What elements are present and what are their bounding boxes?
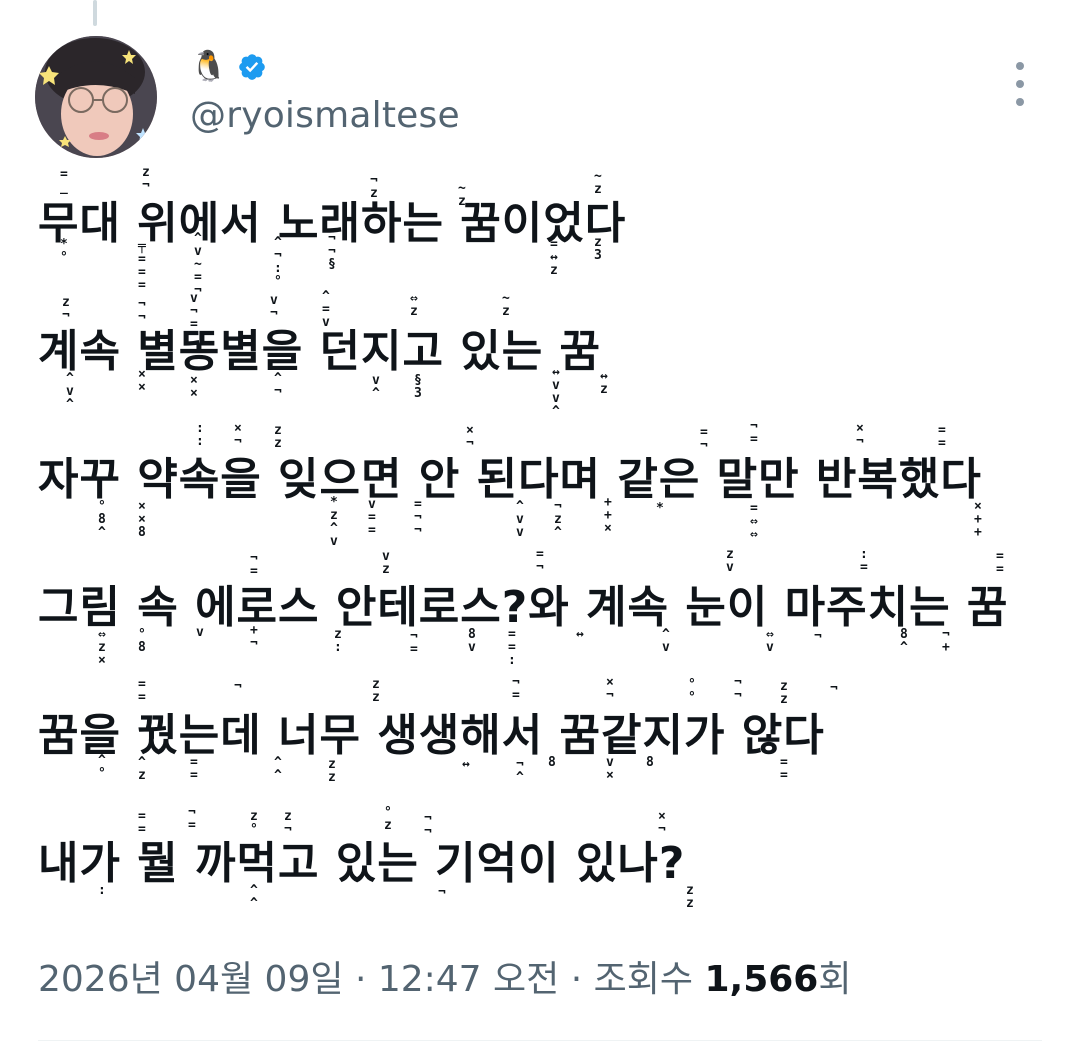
tweet-line-text: 그림 속 에로스 안테로스?와 계속 눈이 마주치는 꿈 (38, 582, 1009, 633)
views-suffix: 회 (818, 959, 852, 1000)
thread-connector-line (93, 0, 97, 26)
verified-badge-icon (237, 52, 267, 82)
tweet-line-text: 무대 위에서 노래하는 꿈이었다 (38, 198, 627, 249)
meta-separator: · (570, 959, 583, 1000)
tweet-line: 무대 위에서 노래하는 꿈이었다 = _ * ° z ¬ ╤ = = = ^ v ~ = ¬ ^ ¬:… (38, 160, 1048, 297)
author-handle[interactable]: @ryoismaltese (190, 94, 460, 138)
tweet-line-text: 계속 별똥별을 던지고 있는 꿈 (38, 326, 602, 377)
tweet-time[interactable]: 12:47 오전 (378, 959, 559, 1000)
author-name-row[interactable]: 🐧 (190, 50, 267, 84)
tweet-line-text: 꿈을 꿨는데 너무 생생해서 꿈같지가 않다 (38, 710, 825, 761)
divider (38, 1040, 1042, 1041)
more-options-button[interactable] (1006, 62, 1034, 106)
tweet-text: 무대 위에서 노래하는 꿈이었다 = _ * ° z ¬ ╤ = = = ^ v ~ = ¬ ^ ¬:… (38, 160, 1048, 928)
tweet-line: 내가 뭘 까먹고 있는 기억이 있나? : = = ¬ = z ° ^ ^ z ¬ ° z … (38, 800, 1048, 928)
meta-separator: · (354, 959, 367, 1000)
author-display-name[interactable]: 🐧 (190, 50, 227, 84)
tweet-line-text: 자꾸 약속을 잊으면 안 된다며 같은 말만 반복했다 (38, 454, 982, 505)
tweet-line-text: 내가 뭘 까먹고 있는 기억이 있나? (38, 838, 686, 889)
tweet-line: 꿈을 꿨는데 너무 생생해서 꿈같지가 않다 ^ ° = = ^ z = = ¬ ^ ^ … (38, 672, 1048, 800)
tweet-meta: 2026년 04월 09일 · 12:47 오전 · 조회수 1,566회 (38, 956, 851, 1004)
avatar-photo (35, 36, 157, 158)
more-vertical-icon (1016, 62, 1024, 70)
views-label: 조회수 (593, 959, 694, 1000)
tweet-line: 그림 속 에로스 안테로스?와 계속 눈이 마주치는 꿈 ⇔ z × ° 8 v ¬ =… (38, 544, 1048, 672)
tweet-line: 계속 별똥별을 던지고 있는 꿈 z ¬ ^ v ^ ¬ ¬ × × v ¬ = × × v ¬ … (38, 288, 1048, 418)
views-count: 1,566 (704, 959, 819, 1000)
avatar[interactable] (35, 36, 157, 158)
tweet-line: 자꾸 약속을 잊으면 안 된다며 같은 말만 반복했다 ° 8 ^ × × 8 :: ×… (38, 416, 1048, 548)
tweet-date[interactable]: 2026년 04월 09일 (38, 959, 343, 1000)
more-vertical-icon-dot (1016, 80, 1024, 88)
more-vertical-icon-dot (1016, 98, 1024, 106)
